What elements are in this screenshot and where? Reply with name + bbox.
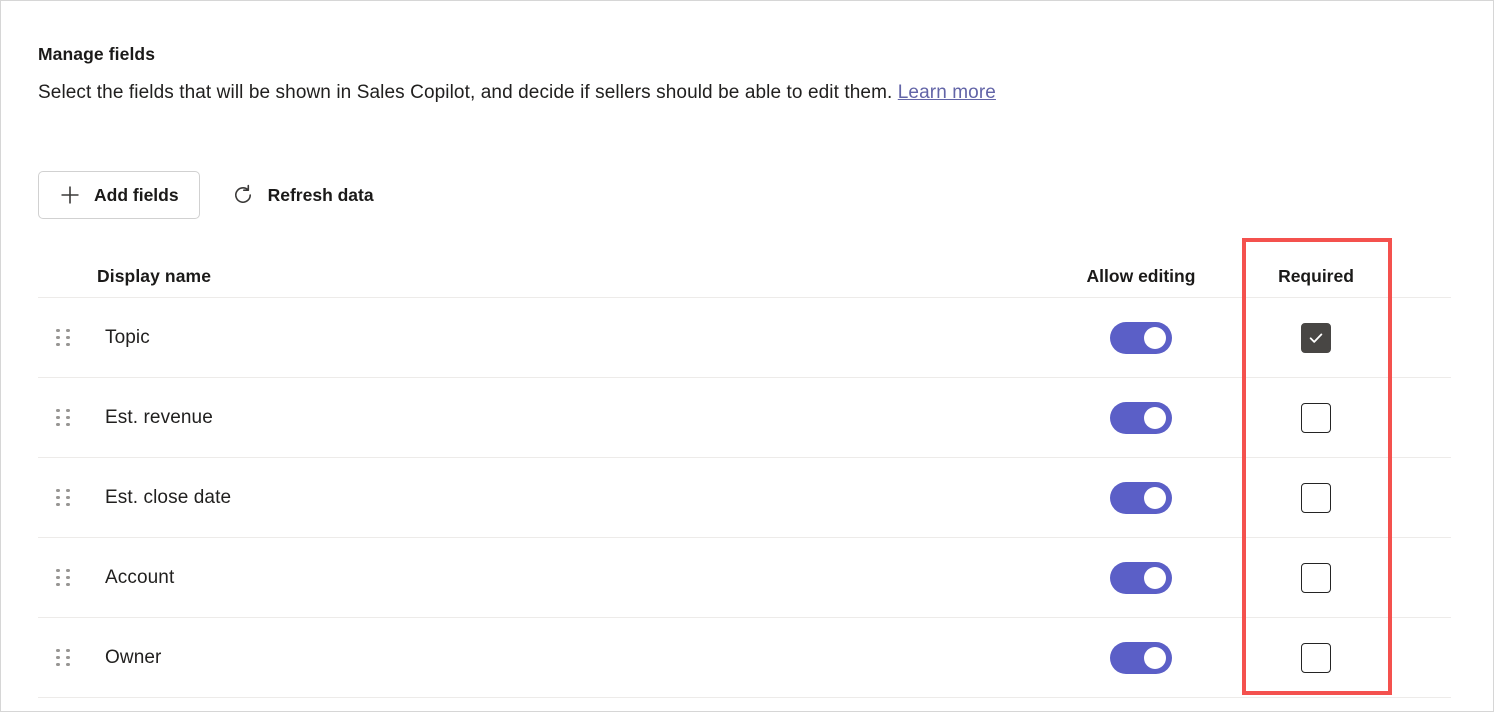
table-row: Est. revenue [38,378,1451,458]
column-header-required: Required [1241,266,1391,287]
allow-editing-toggle[interactable] [1110,642,1172,674]
drag-handle-icon[interactable] [56,409,70,427]
required-cell [1241,323,1391,353]
check-icon [1307,329,1325,347]
allow-editing-cell [1041,562,1241,594]
field-display-name: Account [78,567,1041,589]
drag-handle-icon[interactable] [56,329,70,347]
drag-handle-cell[interactable] [38,649,78,667]
allow-editing-cell [1041,482,1241,514]
table-header-row: Display name Allow editing Required [38,241,1451,298]
toggle-knob [1144,487,1166,509]
table-row: Account [38,538,1451,618]
required-checkbox[interactable] [1301,483,1331,513]
drag-handle-icon[interactable] [56,489,70,507]
toggle-knob [1144,407,1166,429]
required-cell [1241,403,1391,433]
required-checkbox[interactable] [1301,563,1331,593]
required-cell [1241,483,1391,513]
page-description: Select the fields that will be shown in … [38,82,996,104]
allow-editing-toggle[interactable] [1110,562,1172,594]
drag-handle-cell[interactable] [38,489,78,507]
toggle-knob [1144,567,1166,589]
allow-editing-toggle[interactable] [1110,322,1172,354]
plus-icon [59,184,81,206]
required-checkbox[interactable] [1301,323,1331,353]
table-row: Est. close date [38,458,1451,538]
manage-fields-page: Manage fields Select the fields that wil… [0,0,1494,712]
drag-handle-cell[interactable] [38,409,78,427]
refresh-data-button[interactable]: Refresh data [222,171,395,219]
toggle-knob [1144,327,1166,349]
required-cell [1241,563,1391,593]
page-description-text: Select the fields that will be shown in … [38,82,898,103]
field-display-name: Est. revenue [78,407,1041,429]
drag-handle-cell[interactable] [38,569,78,587]
drag-handle-icon[interactable] [56,649,70,667]
add-fields-label: Add fields [94,185,179,206]
field-display-name: Owner [78,647,1041,669]
column-header-display-name: Display name [78,266,1041,287]
refresh-data-label: Refresh data [268,185,374,206]
drag-handle-icon[interactable] [56,569,70,587]
drag-handle-cell[interactable] [38,329,78,347]
toggle-knob [1144,647,1166,669]
table-row: Topic [38,298,1451,378]
table-row: Owner [38,618,1451,698]
page-title: Manage fields [38,44,155,65]
allow-editing-toggle[interactable] [1110,402,1172,434]
field-display-name: Topic [78,327,1041,349]
allow-editing-cell [1041,402,1241,434]
add-fields-button[interactable]: Add fields [38,171,200,219]
fields-table: Display name Allow editing Required Topi… [38,241,1451,698]
allow-editing-cell [1041,642,1241,674]
allow-editing-cell [1041,322,1241,354]
required-checkbox[interactable] [1301,403,1331,433]
toolbar: Add fields Refresh data [38,171,395,219]
allow-editing-toggle[interactable] [1110,482,1172,514]
required-checkbox[interactable] [1301,643,1331,673]
field-display-name: Est. close date [78,487,1041,509]
required-cell [1241,643,1391,673]
refresh-icon [231,183,255,207]
column-header-allow-editing: Allow editing [1041,266,1241,287]
learn-more-link[interactable]: Learn more [898,82,996,103]
